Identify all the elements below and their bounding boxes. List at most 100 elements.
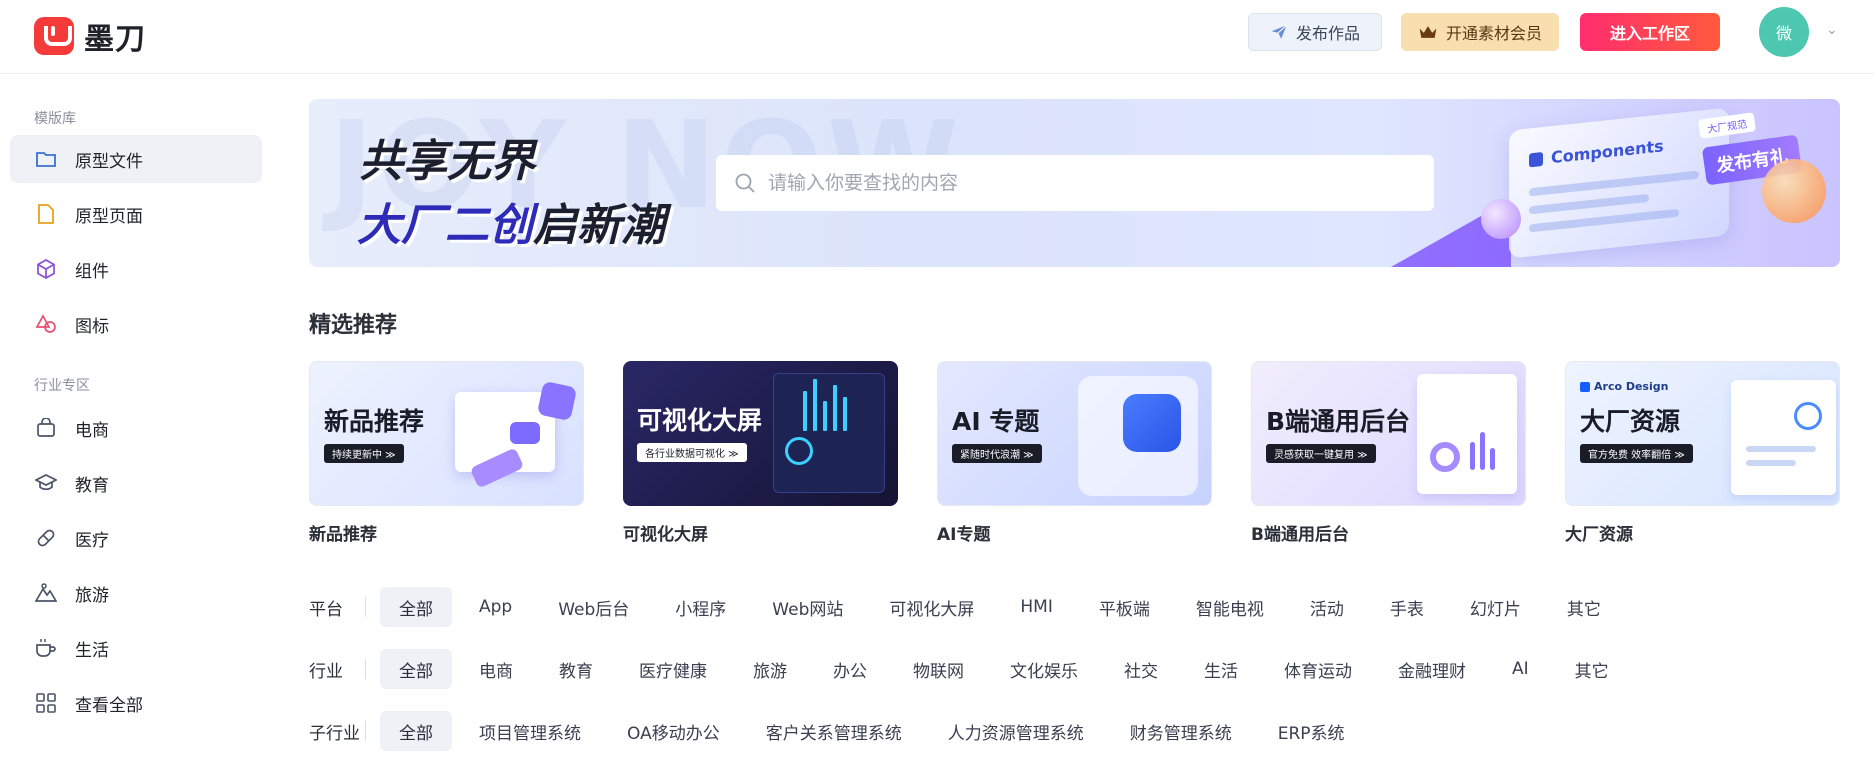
arco-brand-text: Arco Design xyxy=(1594,380,1669,393)
chip[interactable]: 可视化大屏 xyxy=(870,587,993,627)
chip[interactable]: 其它 xyxy=(1556,649,1628,689)
chip[interactable]: 体育运动 xyxy=(1265,649,1371,689)
sidebar-item-label: 组件 xyxy=(75,261,109,282)
sidebar-item-education[interactable]: 教育 xyxy=(10,459,262,507)
divider xyxy=(365,659,366,679)
card-image: Arco Design 大厂资源 官方免费 效率翻倍 ≫ xyxy=(1565,361,1840,506)
chip-all[interactable]: 全部 xyxy=(380,711,452,751)
chip[interactable]: 手表 xyxy=(1371,587,1443,627)
sidebar-item-travel[interactable]: 旅游 xyxy=(10,569,262,617)
filter-label: 子行业 xyxy=(309,723,360,744)
divider xyxy=(365,597,366,617)
chip[interactable]: 旅游 xyxy=(734,649,806,689)
card-pill: 官方免费 效率翻倍 ≫ xyxy=(1580,444,1693,463)
chip[interactable]: 智能电视 xyxy=(1177,587,1283,627)
sidebar-item-label: 医疗 xyxy=(75,530,109,551)
chip[interactable]: 教育 xyxy=(540,649,612,689)
chip[interactable]: 办公 xyxy=(814,649,886,689)
enter-workspace-button[interactable]: 进入工作区 xyxy=(1580,13,1720,51)
chip[interactable]: OA移动办公 xyxy=(608,711,739,751)
logo[interactable]: 墨刀 xyxy=(34,14,146,58)
sidebar-item-label: 图标 xyxy=(75,316,109,337)
sidebar-item-components[interactable]: 组件 xyxy=(10,245,262,293)
chip[interactable]: 医疗健康 xyxy=(620,649,726,689)
logo-text: 墨刀 xyxy=(84,22,146,57)
sidebar-item-label: 查看全部 xyxy=(75,695,143,716)
sidebar-item-label: 原型页面 xyxy=(75,206,143,227)
shapes-icon xyxy=(35,313,57,335)
file-icon xyxy=(35,203,57,225)
card-pill: 紧随时代浪潮 ≫ xyxy=(952,444,1042,463)
chip[interactable]: 小程序 xyxy=(656,587,745,627)
chip[interactable]: HMI xyxy=(1001,587,1071,627)
sidebar-item-prototype-pages[interactable]: 原型页面 xyxy=(10,190,262,238)
chip[interactable]: 电商 xyxy=(460,649,532,689)
sidebar-item-ecommerce[interactable]: 电商 xyxy=(10,404,262,452)
card-image: B端通用后台 灵感获取一键复用 ≫ xyxy=(1251,361,1526,506)
chip[interactable]: 物联网 xyxy=(894,649,983,689)
chevron-down-icon[interactable]: ⌄ xyxy=(1826,22,1838,38)
crown-icon xyxy=(1419,26,1437,38)
top-bar: 墨刀 发布作品 开通素材会员 进入工作区 微 ⌄ xyxy=(0,0,1874,74)
featured-card-new[interactable]: 新品推荐 持续更新中 ≫ 新品推荐 xyxy=(309,361,584,545)
sidebar-item-medical[interactable]: 医疗 xyxy=(10,514,262,562)
paper-plane-icon xyxy=(1271,24,1287,39)
sidebar-item-label: 电商 xyxy=(75,420,109,441)
banner-headline-2b: 启新潮 xyxy=(533,200,665,251)
chip[interactable]: AI xyxy=(1493,649,1548,689)
featured-card-ai[interactable]: AI 专题 紧随时代浪潮 ≫ AI专题 xyxy=(937,361,1212,545)
pill-icon xyxy=(35,527,57,549)
search-box[interactable] xyxy=(716,155,1434,211)
vip-label: 开通素材会员 xyxy=(1445,24,1542,43)
banner-components-label: Components xyxy=(1529,136,1664,169)
chip[interactable]: 客户关系管理系统 xyxy=(747,711,921,751)
components-text: Components xyxy=(1551,136,1664,168)
filter-label: 行业 xyxy=(309,661,343,682)
sidebar-item-life[interactable]: 生活 xyxy=(10,624,262,672)
chip-all[interactable]: 全部 xyxy=(380,587,452,627)
card-heading: 大厂资源 xyxy=(1580,407,1681,436)
hero-banner[interactable]: JOY NOW 共享无界 大厂二创启新潮 Components 大厂规范 发布有… xyxy=(309,99,1840,267)
chip[interactable]: 项目管理系统 xyxy=(460,711,600,751)
chip[interactable]: 金融理财 xyxy=(1379,649,1485,689)
chip[interactable]: Web网站 xyxy=(753,587,862,627)
chip[interactable]: Web后台 xyxy=(539,587,648,627)
chip[interactable]: 生活 xyxy=(1185,649,1257,689)
vip-button[interactable]: 开通素材会员 xyxy=(1401,13,1559,51)
avatar[interactable]: 微 xyxy=(1759,7,1809,57)
filter-row-sub-industry: 子行业 全部 项目管理系统 OA移动办公 客户关系管理系统 人力资源管理系统 财… xyxy=(309,711,1372,751)
chip[interactable]: 活动 xyxy=(1291,587,1363,627)
banner-headline-2: 大厂二创启新潮 xyxy=(357,189,665,253)
filter-label: 平台 xyxy=(309,599,343,620)
chip[interactable]: 幻灯片 xyxy=(1451,587,1540,627)
shopping-bag-icon xyxy=(35,417,57,439)
chip[interactable]: 其它 xyxy=(1548,587,1620,627)
chip-all[interactable]: 全部 xyxy=(380,649,452,689)
card-image: 可视化大屏 各行业数据可视化 ≫ xyxy=(623,361,898,506)
graduation-cap-icon xyxy=(35,472,57,494)
chip[interactable]: 人力资源管理系统 xyxy=(929,711,1103,751)
publish-button[interactable]: 发布作品 xyxy=(1248,13,1382,51)
search-icon xyxy=(735,173,755,193)
chip[interactable]: 平板端 xyxy=(1080,587,1169,627)
chip[interactable]: ERP系统 xyxy=(1259,711,1364,751)
sidebar: 模版库 原型文件 原型页面 组件 图标 行业专区 电商 教育 医疗 旅游 生活 … xyxy=(0,75,272,764)
filter-row-industry: 行业 全部 电商 教育 医疗健康 旅游 办公 物联网 文化娱乐 社交 生活 体育… xyxy=(309,649,1636,689)
sidebar-item-icons[interactable]: 图标 xyxy=(10,300,262,348)
featured-card-data-viz[interactable]: 可视化大屏 各行业数据可视化 ≫ 可视化大屏 xyxy=(623,361,898,545)
card-heading: 新品推荐 xyxy=(324,407,425,436)
search-input[interactable] xyxy=(768,172,1408,194)
sidebar-item-label: 教育 xyxy=(75,475,109,496)
component-logo-icon xyxy=(1529,151,1543,167)
workspace-label: 进入工作区 xyxy=(1609,24,1690,43)
chip[interactable]: App xyxy=(460,587,531,627)
featured-card-b2b-admin[interactable]: B端通用后台 灵感获取一键复用 ≫ B端通用后台 xyxy=(1251,361,1526,545)
sidebar-item-prototype-files[interactable]: 原型文件 xyxy=(10,135,262,183)
chip[interactable]: 财务管理系统 xyxy=(1111,711,1251,751)
chip[interactable]: 文化娱乐 xyxy=(991,649,1097,689)
chip[interactable]: 社交 xyxy=(1105,649,1177,689)
featured-card-big-tech[interactable]: Arco Design 大厂资源 官方免费 效率翻倍 ≫ 大厂资源 xyxy=(1565,361,1840,545)
sidebar-item-label: 旅游 xyxy=(75,585,109,606)
sidebar-item-view-all[interactable]: 查看全部 xyxy=(10,679,262,727)
paper-plane-orb-icon xyxy=(1481,199,1521,239)
